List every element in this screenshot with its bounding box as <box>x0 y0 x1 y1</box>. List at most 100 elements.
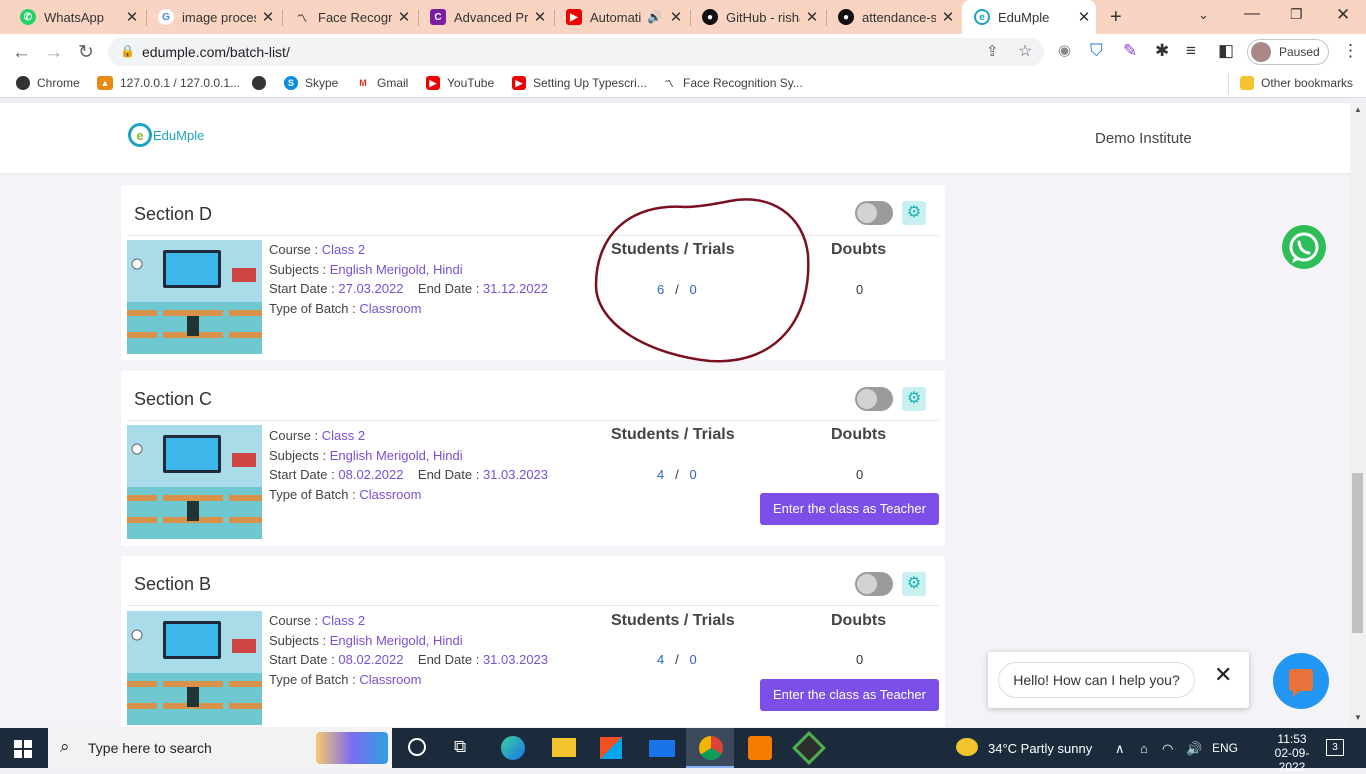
bookmark-globe[interactable] <box>252 76 273 90</box>
google-icon: G <box>158 9 174 25</box>
tab-image-processing[interactable]: G image process ✕ <box>146 0 280 34</box>
tab-automation[interactable]: ▶ Automati 🔊 ✕ <box>554 0 688 34</box>
menu-icon[interactable]: ⋮ <box>1342 42 1359 59</box>
chat-launcher-button[interactable] <box>1273 653 1329 709</box>
tab-attendance[interactable]: ● attendance-sy ✕ <box>826 0 960 34</box>
bookmarks-bar: Chrome ▲ 127.0.0.1 / 127.0.0.1... S Skype … <box>0 70 1366 98</box>
gear-icon[interactable]: ⚙ <box>902 201 926 225</box>
enter-class-teacher-button[interactable]: Enter the class as Teacher <box>760 679 939 711</box>
scrollbar-thumb[interactable] <box>1352 473 1363 633</box>
pen-extension-icon[interactable]: ✎ <box>1123 42 1137 59</box>
course-link[interactable]: Class 2 <box>322 428 365 443</box>
course-link[interactable]: Class 2 <box>322 242 365 257</box>
close-icon[interactable]: ✕ <box>120 8 144 26</box>
close-icon[interactable]: ✕ <box>800 8 824 26</box>
gear-icon[interactable]: ⚙ <box>902 572 926 596</box>
batch-toggle[interactable] <box>855 201 893 225</box>
lock-icon[interactable]: 🔒 <box>120 44 135 58</box>
camera-icon[interactable]: ◉ <box>1058 43 1071 58</box>
file-explorer-icon[interactable] <box>552 738 576 757</box>
doubts-value[interactable]: 0 <box>856 467 863 482</box>
weather-text[interactable]: 34°C Partly sunny <box>988 741 1092 756</box>
edumple-logo[interactable]: e EduMple <box>128 123 204 147</box>
batch-toggle[interactable] <box>855 387 893 411</box>
minimize-icon[interactable]: — <box>1244 5 1260 23</box>
restore-icon[interactable]: ❐ <box>1290 6 1303 23</box>
forward-icon[interactable]: → <box>44 43 63 62</box>
share-icon[interactable]: ⇪ <box>986 42 999 60</box>
search-icon: ⌕ <box>60 737 70 756</box>
weather-icon[interactable] <box>956 738 978 756</box>
speaker-icon[interactable]: 🔊 <box>647 10 662 24</box>
mail-icon[interactable] <box>649 740 675 757</box>
page-scrollbar[interactable]: ▲ ▼ <box>1350 103 1366 727</box>
window-close-icon[interactable]: ✕ <box>1336 5 1350 25</box>
close-icon[interactable]: ✕ <box>256 8 280 26</box>
tab-edumple[interactable]: e EduMple ✕ <box>962 0 1096 34</box>
close-icon[interactable]: ✕ <box>936 8 960 26</box>
classroom-illustration <box>127 425 262 539</box>
address-bar[interactable]: 🔒 edumple.com/batch-list/ ⇪ ☆ <box>108 38 1044 66</box>
bookmark-typescript[interactable]: ▶ Setting Up Typescri... <box>512 76 647 90</box>
notification-icon[interactable]: 3 <box>1326 739 1344 756</box>
volume-icon[interactable]: 🔊 <box>1186 741 1202 757</box>
enter-class-teacher-button[interactable]: Enter the class as Teacher <box>760 493 939 525</box>
close-icon[interactable]: ✕ <box>1072 8 1096 26</box>
taskbar-search[interactable]: ⌕ Type here to search <box>48 728 392 768</box>
chat-greeting[interactable]: Hello! How can I help you? <box>998 662 1195 698</box>
institute-name[interactable]: Demo Institute <box>1095 130 1192 147</box>
xampp-icon[interactable] <box>748 736 772 760</box>
bookmark-face-recognition[interactable]: 〽 Face Recognition Sy... <box>662 76 802 90</box>
edge-icon[interactable] <box>501 736 525 760</box>
doubts-value[interactable]: 0 <box>856 652 863 667</box>
reload-icon[interactable]: ↻ <box>78 43 94 62</box>
chat-greeting-popup: Hello! How can I help you? ✕ <box>988 652 1249 708</box>
network-icon[interactable]: ⌂ <box>1140 741 1148 756</box>
cortana-icon[interactable] <box>408 738 426 756</box>
extensions-icon[interactable]: ✱ <box>1155 42 1169 59</box>
windows-taskbar: ⌕ Type here to search ⧉ 34°C Partly sunn… <box>0 728 1366 774</box>
students-trials-value[interactable]: 4 / 0 <box>657 652 697 667</box>
bookmark-youtube[interactable]: ▶ YouTube <box>426 76 494 90</box>
batch-card-section-d: Section D ⚙ Course : Class 2 Subjects: … <box>121 185 945 360</box>
bookmark-phpmyadmin[interactable]: ▲ 127.0.0.1 / 127.0.0.1... <box>97 76 240 90</box>
vpn-shield-icon[interactable]: ⛉ <box>1090 42 1103 59</box>
tab-face-recognition[interactable]: 〽 Face Recogniti ✕ <box>282 0 416 34</box>
new-tab-icon[interactable]: + <box>1110 6 1122 29</box>
bookmark-chrome[interactable]: Chrome <box>16 76 80 90</box>
side-panel-icon[interactable]: ◧ <box>1218 42 1234 59</box>
tab-whatsapp[interactable]: ✆ WhatsApp ✕ <box>8 0 144 34</box>
tab-github[interactable]: ● GitHub - risha ✕ <box>690 0 824 34</box>
bookmark-star-icon[interactable]: ☆ <box>1018 41 1032 61</box>
profile-button[interactable]: Paused <box>1247 39 1329 65</box>
whatsapp-float-button[interactable] <box>1282 225 1326 269</box>
batch-info: Course : Class 2 Subjects : English Meri… <box>269 428 549 502</box>
close-icon[interactable]: ✕ <box>528 8 552 26</box>
task-view-icon[interactable]: ⧉ <box>454 737 466 757</box>
batch-toggle[interactable] <box>855 572 893 596</box>
chevron-up-icon[interactable]: ∧ <box>1115 741 1125 757</box>
bookmark-gmail[interactable]: M Gmail <box>356 76 408 90</box>
close-icon[interactable]: ✕ <box>664 8 688 26</box>
back-icon[interactable]: ← <box>12 43 31 62</box>
store-icon[interactable] <box>600 737 622 759</box>
close-icon[interactable]: ✕ <box>392 8 416 26</box>
bookmark-skype[interactable]: S Skype <box>284 76 338 90</box>
students-trials-value[interactable]: 4 / 0 <box>657 467 697 482</box>
course-link[interactable]: Class 2 <box>322 613 365 628</box>
media-icon[interactable]: ≡ <box>1186 42 1196 59</box>
chrome-taskbar-button[interactable] <box>686 728 734 768</box>
other-bookmarks[interactable]: Other bookmarks <box>1240 76 1353 90</box>
dev-tool-icon[interactable] <box>792 731 826 765</box>
windows-start-icon[interactable] <box>14 740 32 758</box>
language-indicator[interactable]: ENG <box>1212 741 1238 755</box>
subjects-value: English Merigold, Hindi <box>329 447 463 463</box>
doubts-value[interactable]: 0 <box>856 282 863 297</box>
gear-icon[interactable]: ⚙ <box>902 387 926 411</box>
tab-advanced-programming[interactable]: C Advanced Pro ✕ <box>418 0 552 34</box>
wifi-icon[interactable]: ◠ <box>1162 741 1173 757</box>
url-text[interactable]: edumple.com/batch-list/ <box>142 44 290 60</box>
end-date: 31.12.2022 <box>482 281 549 296</box>
tab-search-icon[interactable]: ⌄ <box>1198 7 1209 23</box>
close-icon[interactable]: ✕ <box>1214 662 1232 688</box>
